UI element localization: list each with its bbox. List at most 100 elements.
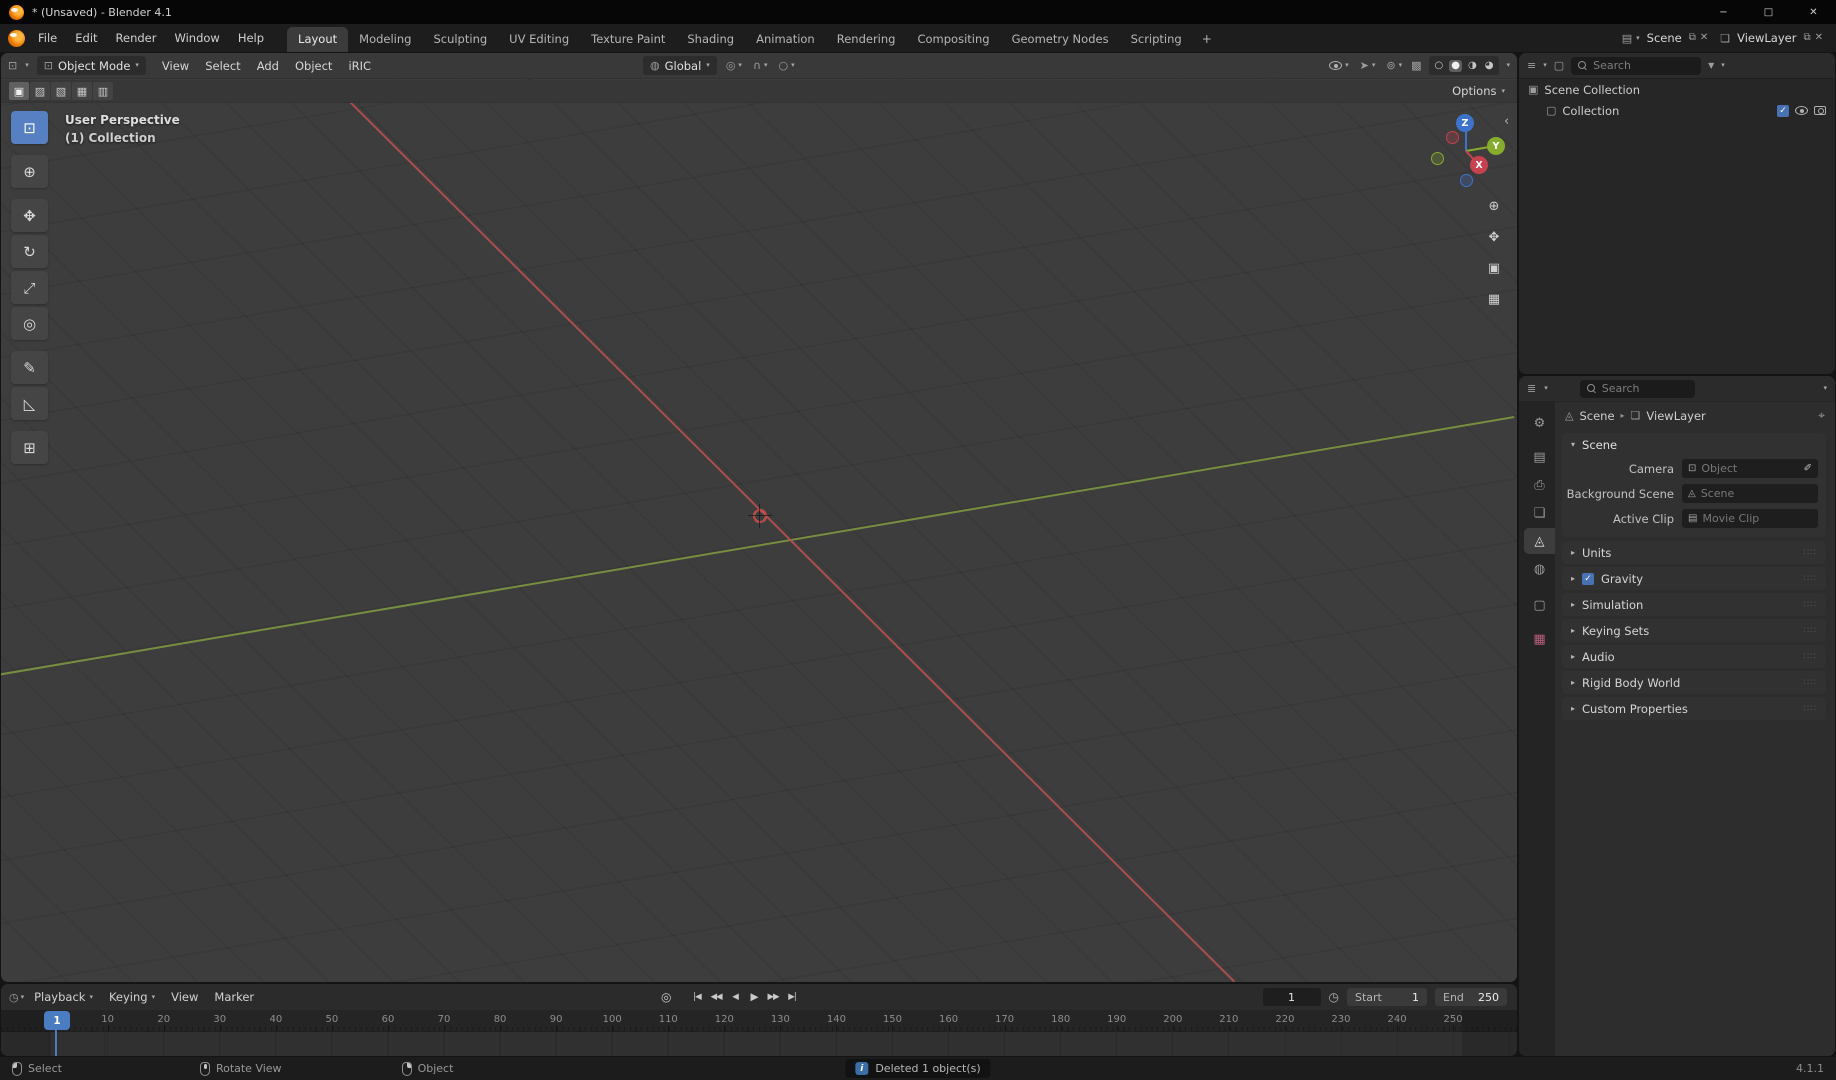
current-frame-marker[interactable]: 1 (44, 1011, 70, 1030)
pin-icon[interactable]: ⌖ (1818, 408, 1825, 423)
property-field-camera[interactable]: ⊡ Object ✐ (1682, 459, 1818, 478)
zoom-icon[interactable]: ⊕ (1483, 196, 1505, 216)
chevron-down-icon[interactable]: ▾ (25, 62, 29, 69)
breadcrumb-viewlayer[interactable]: ViewLayer (1646, 409, 1705, 423)
timeline-track[interactable] (1, 1032, 1517, 1056)
workspace-tab-scripting[interactable]: Scripting (1120, 27, 1193, 52)
workspace-tab-modeling[interactable]: Modeling (348, 27, 422, 52)
panel-gravity[interactable]: ▸ ✓ Gravity ∷∷ (1562, 567, 1826, 590)
next-keyframe-button[interactable]: ▶▶ (763, 988, 782, 1006)
eyedropper-icon[interactable]: ✐ (1804, 463, 1812, 474)
property-field-active-clip[interactable]: ▤ Movie Clip (1682, 509, 1818, 528)
properties-tab-tool[interactable]: ⚙ (1524, 410, 1555, 436)
tool-transform[interactable]: ◎ (11, 307, 48, 340)
workspace-tab-geometry-nodes[interactable]: Geometry Nodes (1001, 27, 1120, 52)
timeline-menu-keying[interactable]: Keying ▾ (101, 990, 163, 1004)
chevron-down-icon[interactable]: ▾ (1544, 385, 1548, 392)
visibility-dropdown[interactable]: ▾ (1327, 61, 1351, 70)
properties-search-input[interactable]: Search (1579, 379, 1695, 398)
close-button[interactable]: ✕ (1791, 0, 1836, 24)
mode-dropdown[interactable]: ⊡ Object Mode ▾ (36, 56, 146, 75)
collection-checkbox[interactable]: ✓ (1777, 104, 1789, 117)
new-viewlayer-icon[interactable]: ⧉ (1803, 33, 1810, 43)
disable-render-camera-icon[interactable] (1814, 106, 1826, 115)
panel-simulation[interactable]: ▸ Simulation ∷∷ (1562, 593, 1826, 616)
viewport-menu-iric[interactable]: iRIC (340, 59, 379, 73)
gizmo-axis-x[interactable]: X (1470, 156, 1488, 174)
tool-rotate[interactable]: ↻ (11, 235, 48, 268)
timeline-menu-marker[interactable]: Marker (206, 990, 262, 1004)
transform-orientation-dropdown[interactable]: ◍ Global ▾ (643, 56, 717, 75)
outliner-row-scene-collection[interactable]: ▣ Scene Collection (1519, 79, 1835, 100)
chevron-down-icon[interactable]: ▾ (21, 993, 25, 1001)
frame-start-field[interactable]: Start 1 (1347, 988, 1427, 1006)
current-frame-field[interactable]: 1 (1262, 988, 1321, 1006)
remove-viewlayer-icon[interactable]: ✕ (1815, 33, 1823, 43)
frame-end-field[interactable]: End 250 (1435, 988, 1507, 1006)
filter-funnel-icon[interactable]: ▼ (1708, 61, 1714, 70)
pan-icon[interactable]: ✥ (1483, 227, 1505, 247)
gizmo-axis-x-neg[interactable] (1446, 131, 1459, 144)
outliner-search-input[interactable]: Search (1571, 56, 1702, 75)
viewport-menu-select[interactable]: Select (197, 59, 248, 73)
auto-keying-icon[interactable]: ◎ (661, 990, 671, 1004)
gizmo-axis-z-neg[interactable] (1460, 174, 1473, 187)
workspace-tab-texture-paint[interactable]: Texture Paint (580, 27, 676, 52)
tool-add-cube[interactable]: ⊞ (11, 431, 48, 464)
gizmos-dropdown[interactable]: ➤ ▾ (1358, 60, 1378, 71)
select-mode-5-icon[interactable]: ▥ (93, 82, 113, 100)
workspace-tab-rendering[interactable]: Rendering (826, 27, 907, 52)
menu-window[interactable]: Window (165, 24, 228, 52)
workspace-tab-sculpting[interactable]: Sculpting (422, 27, 498, 52)
viewlayer-icon[interactable]: ❏ (1720, 33, 1730, 44)
scene-panel-header[interactable]: ▾ Scene (1562, 433, 1826, 456)
viewport-menu-object[interactable]: Object (287, 59, 340, 73)
editor-type-icon[interactable]: ⊡ (8, 60, 17, 71)
panel-keying-sets[interactable]: ▸ Keying Sets ∷∷ (1562, 619, 1826, 642)
workspace-tab-shading[interactable]: Shading (676, 27, 745, 52)
workspace-tab-compositing[interactable]: Compositing (906, 27, 1000, 52)
tool-cursor[interactable]: ⊕ (11, 155, 48, 188)
timeline-ruler[interactable]: 1102030405060708090100110120130140150160… (1, 1010, 1517, 1032)
chevron-down-icon[interactable]: ▾ (1543, 62, 1547, 69)
play-button[interactable]: ▶ (744, 988, 763, 1006)
shading-wireframe-icon[interactable]: ○ (1433, 60, 1446, 72)
properties-tab-texture[interactable]: ▦ (1524, 626, 1555, 652)
jump-to-start-button[interactable]: |◀ (687, 988, 706, 1006)
chevron-down-icon[interactable]: ▾ (1636, 34, 1640, 42)
overlays-dropdown[interactable]: ⊚ ▾ (1384, 60, 1404, 71)
editor-type-icon[interactable]: ≡ (1527, 60, 1536, 71)
gizmo-axis-z[interactable]: Z (1456, 114, 1474, 132)
panel-units[interactable]: ▸ Units ∷∷ (1562, 541, 1826, 564)
maximize-button[interactable]: □ (1746, 0, 1791, 24)
chevron-down-icon[interactable]: ▾ (1506, 62, 1510, 69)
tool-select-box[interactable]: ⊡ (11, 111, 48, 144)
scene-name[interactable]: Scene (1647, 31, 1682, 45)
workspace-tab-animation[interactable]: Animation (745, 27, 826, 52)
properties-tab-output[interactable]: ⎙ (1524, 472, 1555, 498)
panel-rigid-body-world[interactable]: ▸ Rigid Body World ∷∷ (1562, 671, 1826, 694)
tool-measure[interactable]: ◺ (11, 387, 48, 420)
shading-material-icon[interactable]: ◑ (1466, 60, 1479, 72)
menu-help[interactable]: Help (229, 24, 273, 52)
play-reverse-button[interactable]: ◀ (725, 988, 744, 1006)
browse-scene-icon[interactable]: ▤ (1622, 33, 1632, 44)
shading-solid-icon[interactable]: ● (1449, 59, 1463, 72)
workspace-tab-uv-editing[interactable]: UV Editing (498, 27, 580, 52)
menu-edit[interactable]: Edit (66, 24, 106, 52)
select-mode-4-icon[interactable]: ▦ (72, 82, 92, 100)
properties-tab-view-layer[interactable]: ❏ (1524, 500, 1555, 526)
panel-audio[interactable]: ▸ Audio ∷∷ (1562, 645, 1826, 668)
properties-tab-world[interactable]: ◍ (1524, 556, 1555, 582)
chevron-down-icon[interactable]: ▾ (1721, 62, 1725, 69)
panel-custom-properties[interactable]: ▸ Custom Properties ∷∷ (1562, 697, 1826, 720)
options-dropdown[interactable]: Options ▾ (1452, 84, 1509, 98)
tool-scale[interactable]: ⤢ (11, 271, 48, 304)
prev-keyframe-button[interactable]: ◀◀ (706, 988, 725, 1006)
editor-type-icon[interactable]: ≣ (1527, 383, 1536, 394)
proportional-edit-toggle[interactable]: ○ ▾ (777, 60, 797, 71)
gravity-checkbox[interactable]: ✓ (1582, 572, 1595, 585)
menu-file[interactable]: File (29, 24, 66, 52)
outliner-row-collection[interactable]: ▢ Collection ✓ (1519, 100, 1835, 121)
properties-tab-collection[interactable]: ▢ (1524, 592, 1555, 618)
